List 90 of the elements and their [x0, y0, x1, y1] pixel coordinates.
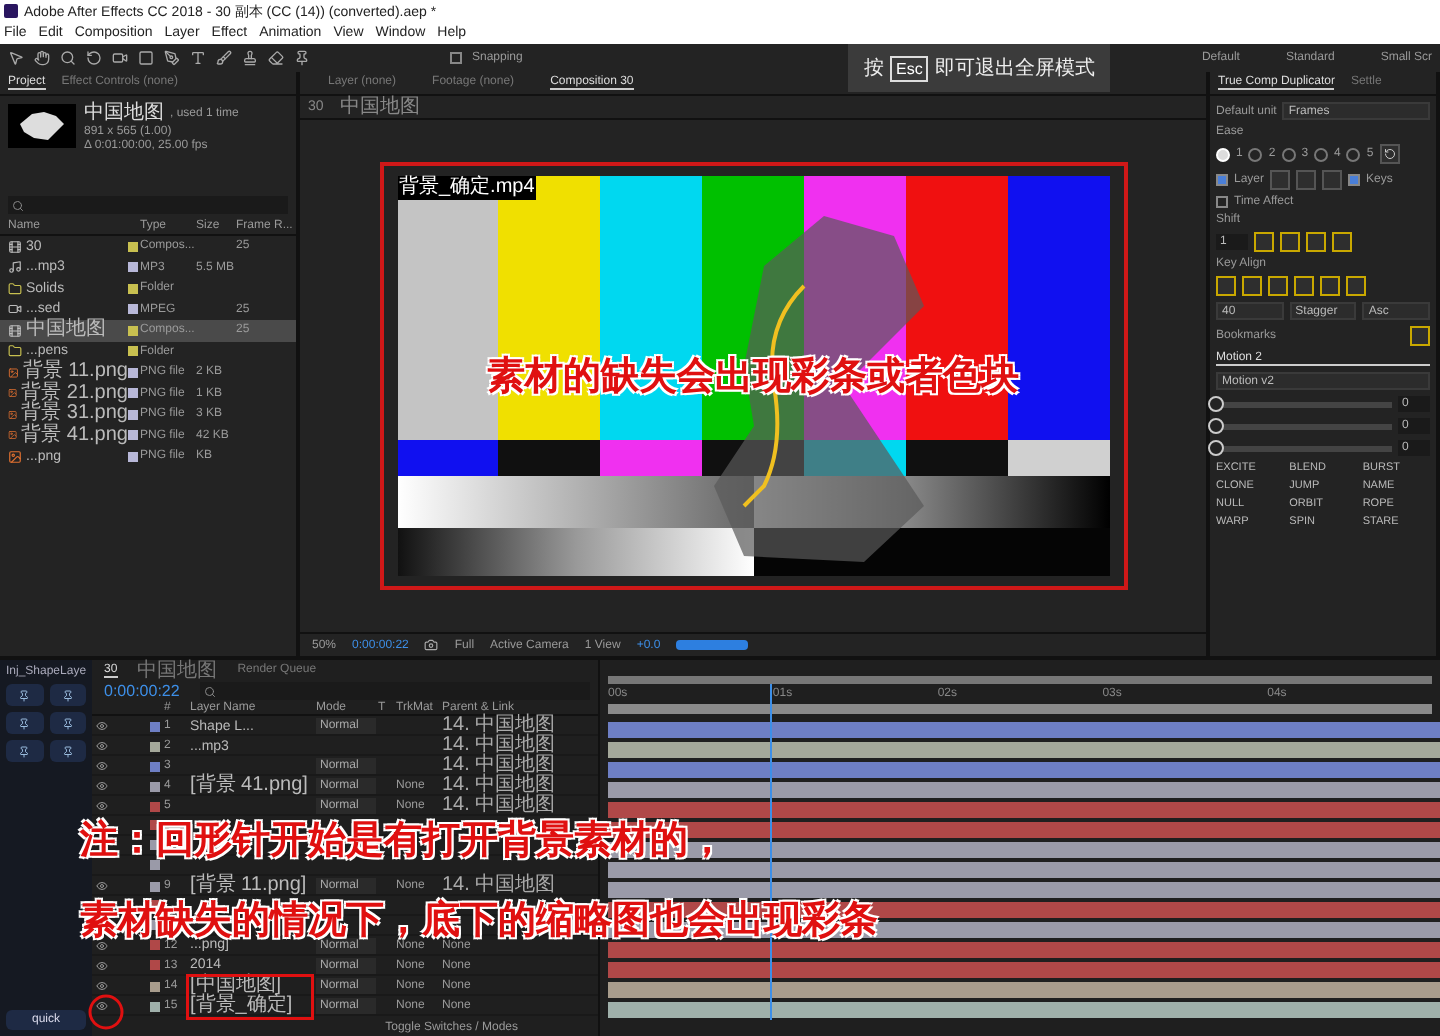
- item-name: 背景 21.png: [21, 383, 128, 404]
- radio-button[interactable]: [1314, 147, 1329, 161]
- parent-select[interactable]: 14. 中国地图: [442, 776, 570, 796]
- music-note-icon: [8, 260, 22, 275]
- hint-text: 即可退出全屏模式: [934, 55, 1095, 82]
- layer-label: 背景_确定.mp4: [397, 176, 537, 200]
- composition-icon: [8, 239, 22, 254]
- timecode-field[interactable]: 0:00:00:22: [104, 682, 180, 700]
- layer-name[interactable]: [背景 41.png]: [190, 776, 314, 796]
- search-field[interactable]: [199, 682, 590, 700]
- image-icon: [8, 428, 18, 443]
- search-icon[interactable]: [60, 50, 76, 66]
- radio-button[interactable]: [1248, 147, 1263, 161]
- pen-icon[interactable]: [164, 50, 180, 66]
- parent-select[interactable]: 14. 中国地图: [442, 796, 570, 816]
- video-icon: [8, 302, 22, 317]
- eye-icon[interactable]: [96, 880, 108, 892]
- brush-icon[interactable]: [216, 50, 232, 66]
- parent-select[interactable]: 14. 中国地图: [442, 736, 570, 756]
- breadcrumb-item[interactable]: 中国地图: [339, 97, 420, 117]
- pin-icon: [18, 717, 31, 729]
- eye-icon[interactable]: [96, 959, 108, 971]
- eye-icon[interactable]: [96, 740, 108, 752]
- item-name: 中国地图: [84, 104, 164, 124]
- search-icon: [12, 199, 24, 211]
- checkbox[interactable]: [1216, 174, 1228, 186]
- eye-icon[interactable]: [96, 760, 108, 772]
- stamp-icon[interactable]: [242, 50, 258, 66]
- hand-icon[interactable]: [34, 50, 50, 66]
- checkbox[interactable]: [1348, 174, 1361, 186]
- snapping-checkbox[interactable]: [450, 52, 462, 64]
- eye-icon[interactable]: [96, 939, 108, 951]
- app-icon: [4, 4, 18, 18]
- text-icon[interactable]: [190, 50, 206, 66]
- eye-icon[interactable]: [96, 720, 108, 732]
- script-button[interactable]: [6, 684, 43, 706]
- parent-select[interactable]: 14. 中国地图: [442, 876, 570, 896]
- hint-text: 按: [864, 55, 884, 82]
- pin-icon[interactable]: [294, 50, 310, 66]
- script-button[interactable]: [6, 712, 43, 734]
- script-button[interactable]: [49, 712, 86, 734]
- rotate-icon[interactable]: [86, 50, 102, 66]
- slider-thumb[interactable]: [1208, 439, 1224, 455]
- layer-name[interactable]: [背景 11.png]: [190, 876, 314, 896]
- pointer-icon[interactable]: [8, 50, 24, 66]
- folder-icon: [8, 281, 22, 296]
- pin-icon: [61, 689, 74, 701]
- annotation-rectangle: [186, 973, 314, 1019]
- timeline-tab[interactable]: 中国地图: [137, 655, 218, 685]
- image-icon: [8, 365, 19, 380]
- pin-icon: [18, 745, 31, 757]
- script-button[interactable]: [6, 740, 43, 762]
- image-icon: [8, 449, 22, 464]
- pin-icon: [61, 745, 74, 757]
- reset-button[interactable]: [1379, 144, 1400, 164]
- search-icon: [203, 685, 216, 697]
- item-name: 背景 11.png: [22, 362, 128, 383]
- undo-icon: [1383, 148, 1396, 160]
- radio-button[interactable]: [1346, 147, 1361, 161]
- item-name: 背景 41.png: [21, 425, 128, 446]
- checkbox[interactable]: [1216, 196, 1228, 208]
- composition-icon: [8, 323, 22, 338]
- item-name: 中国地图: [26, 320, 106, 341]
- script-button[interactable]: [49, 684, 86, 706]
- image-icon: [8, 407, 18, 422]
- parent-select[interactable]: 14. 中国地图: [442, 756, 570, 776]
- script-button[interactable]: [49, 740, 86, 762]
- radio-button[interactable]: [1281, 147, 1296, 161]
- rectangle-icon[interactable]: [138, 50, 154, 66]
- camera-icon[interactable]: [112, 50, 128, 66]
- eye-icon[interactable]: [96, 1000, 108, 1012]
- search-field[interactable]: [8, 196, 288, 214]
- slider-thumb[interactable]: [1208, 417, 1224, 433]
- image-icon: [8, 386, 18, 401]
- esc-key: Esc: [890, 55, 929, 81]
- preview-bar: [676, 640, 749, 650]
- slider-thumb[interactable]: [1208, 395, 1224, 411]
- eye-icon[interactable]: [96, 780, 108, 792]
- parent-select[interactable]: 14. 中国地图: [442, 716, 570, 736]
- eye-icon[interactable]: [96, 980, 108, 992]
- eraser-icon[interactable]: [268, 50, 284, 66]
- annotation-circle: [88, 994, 124, 1030]
- eye-icon[interactable]: [96, 800, 108, 812]
- pin-icon: [18, 689, 31, 701]
- layer-name[interactable]: [背景_确定]: [190, 996, 314, 1016]
- camera-icon[interactable]: [424, 638, 439, 652]
- item-name: 背景 31.png: [21, 404, 128, 425]
- map-drawing: [16, 108, 68, 144]
- folder-icon: [8, 344, 22, 359]
- pin-icon: [61, 717, 74, 729]
